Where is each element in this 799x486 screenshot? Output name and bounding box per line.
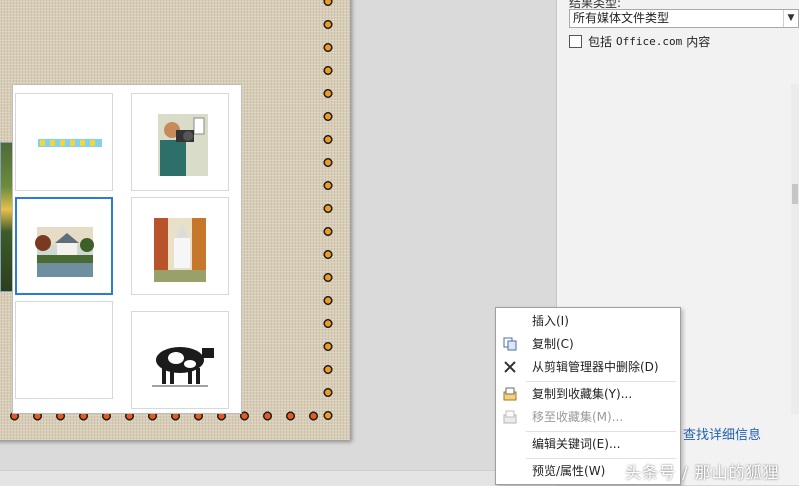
collection-icon [503, 387, 517, 401]
autumn-church-clip-icon [154, 218, 206, 282]
menu-separator [526, 431, 676, 432]
menu-item-label: 编辑关键词(E)... [532, 437, 621, 451]
menu-item-insert[interactable]: 插入(I) [496, 310, 680, 332]
clip-thumbnail[interactable] [131, 197, 229, 295]
include-office-checkbox[interactable] [569, 35, 582, 48]
menu-item-label: 复制到收藏集(Y)... [532, 387, 633, 401]
include-office-checkbox-row[interactable]: 包括 Office.com 内容 [569, 33, 710, 50]
delete-x-icon [504, 361, 516, 373]
menu-item-delete[interactable]: 从剪辑管理器中删除(D) [496, 356, 680, 378]
clip-thumbnail[interactable] [131, 93, 229, 191]
include-office-prefix: 包括 [588, 35, 613, 49]
media-type-value: 所有媒体文件类型 [573, 11, 670, 25]
clip-thumbnail[interactable] [15, 93, 113, 191]
menu-separator [526, 381, 676, 382]
clip-thumbnail-selected[interactable] [15, 197, 113, 295]
menu-item-copy[interactable]: 复制(C) [496, 333, 680, 355]
results-scroll-thumb[interactable] [792, 184, 798, 204]
bead-border-clip-icon [38, 139, 102, 147]
photographer-clip-icon [158, 114, 208, 176]
dropdown-arrow-icon[interactable]: ▼ [783, 10, 798, 27]
find-details-link[interactable]: 查找详细信息 [683, 424, 761, 443]
results-scrollbar[interactable] [791, 84, 799, 414]
menu-item-label: 复制(C) [532, 337, 574, 351]
menu-item-edit-keywords[interactable]: 编辑关键词(E)... [496, 433, 680, 455]
clip-thumbnail[interactable] [131, 311, 229, 409]
menu-item-label: 预览/属性(W) [532, 464, 606, 478]
copy-icon [503, 337, 517, 351]
clip-thumbnail[interactable] [15, 301, 113, 399]
menu-item-label: 从剪辑管理器中删除(D) [532, 360, 659, 374]
menu-item-label: 移至收藏集(M)... [532, 410, 624, 424]
move-collection-icon [503, 410, 517, 424]
house-landscape-clip-icon [35, 227, 94, 277]
menu-item-copy-to-collection[interactable]: 复制到收藏集(Y)... [496, 383, 680, 405]
media-type-select[interactable]: 所有媒体文件类型 ▼ [569, 9, 799, 28]
menu-item-move-to-collection: 移至收藏集(M)... [496, 406, 680, 428]
include-office-site: Office.com [616, 35, 683, 48]
slide-border-right [320, 0, 336, 420]
watermark-text: 头条号 / 那山的狐狸 [625, 463, 780, 482]
menu-item-label: 插入(I) [532, 314, 569, 328]
clip-results-grid [12, 84, 242, 414]
status-bar-strip [0, 470, 556, 486]
include-office-suffix: 内容 [686, 35, 711, 49]
cow-clip-icon [152, 347, 214, 387]
